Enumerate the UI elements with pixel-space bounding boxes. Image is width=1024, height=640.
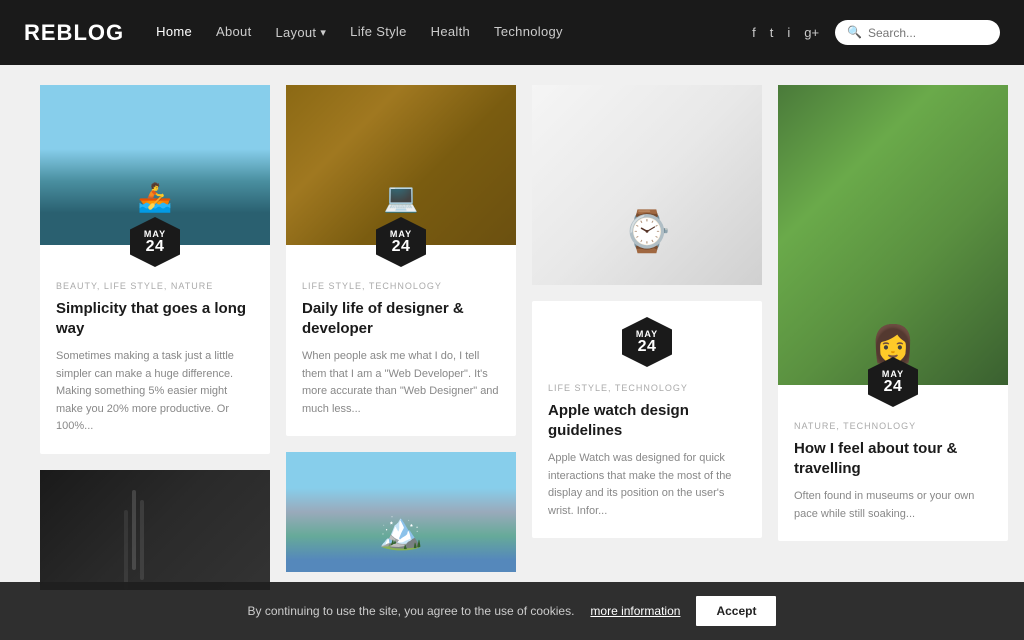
search-icon: 🔍 — [847, 25, 862, 40]
column-3: MAY 24 LIFE STYLE, TECHNOLOGY Apple watc… — [532, 85, 762, 538]
card-mountains-image — [286, 452, 516, 572]
column-1: MAY 24 BEAUTY, LIFE STYLE, NATURE Simpli… — [40, 85, 270, 590]
card-1-body: BEAUTY, LIFE STYLE, NATURE Simplicity th… — [40, 245, 270, 454]
card-4-image-wrapper: MAY 24 — [778, 85, 1008, 385]
card-3-image-wrapper: MAY 24 — [532, 317, 762, 367]
card-4-day: 24 — [884, 379, 903, 395]
card-3-excerpt: Apple Watch was designed for quick inter… — [548, 450, 746, 520]
card-smoke-image — [40, 470, 270, 590]
card-2-image-wrapper: MAY 24 — [286, 85, 516, 245]
social-links: f t i g+ — [752, 25, 819, 40]
card-2-title[interactable]: Daily life of designer & developer — [302, 299, 500, 338]
card-2-tags: LIFE STYLE, TECHNOLOGY — [302, 281, 500, 291]
cookie-banner: By continuing to use the site, you agree… — [0, 582, 1024, 640]
nav-about[interactable]: About — [216, 24, 251, 39]
card-1-title[interactable]: Simplicity that goes a long way — [56, 299, 254, 338]
card-2-day: 24 — [392, 239, 411, 255]
cookie-more-info[interactable]: more information — [590, 604, 680, 618]
social-twitter[interactable]: t — [770, 25, 774, 40]
card-1: MAY 24 BEAUTY, LIFE STYLE, NATURE Simpli… — [40, 85, 270, 454]
cookie-text: By continuing to use the site, you agree… — [248, 604, 575, 618]
logo[interactable]: REBLOG — [24, 20, 124, 46]
nav-lifestyle[interactable]: Life Style — [350, 24, 406, 39]
card-1-day: 24 — [146, 239, 165, 255]
card-3-day: 24 — [638, 339, 657, 355]
card-2: MAY 24 LIFE STYLE, TECHNOLOGY Daily life… — [286, 85, 516, 436]
social-instagram[interactable]: i — [787, 25, 790, 40]
card-4-tags: NATURE, TECHNOLOGY — [794, 421, 992, 431]
card-2-body: LIFE STYLE, TECHNOLOGY Daily life of des… — [286, 245, 516, 436]
card-3-tags: LIFE STYLE, TECHNOLOGY — [548, 383, 746, 393]
card-4: MAY 24 NATURE, TECHNOLOGY How I feel abo… — [778, 85, 1008, 541]
nav-health[interactable]: Health — [431, 24, 470, 39]
card-1-excerpt: Sometimes making a task just a little si… — [56, 348, 254, 436]
nav-layout[interactable]: Layout — [276, 25, 327, 40]
card-4-title[interactable]: How I feel about tour & travelling — [794, 439, 992, 478]
card-3-date: MAY 24 — [622, 317, 672, 367]
card-mountains — [286, 452, 516, 572]
card-4-image — [778, 85, 1008, 385]
cards-grid: MAY 24 BEAUTY, LIFE STYLE, NATURE Simpli… — [40, 85, 984, 590]
card-watch-top — [532, 85, 762, 285]
search-box[interactable]: 🔍 — [835, 20, 1000, 45]
card-3: MAY 24 LIFE STYLE, TECHNOLOGY Apple watc… — [532, 301, 762, 538]
column-4: MAY 24 NATURE, TECHNOLOGY How I feel abo… — [778, 85, 1008, 541]
nav-technology[interactable]: Technology — [494, 24, 563, 39]
card-1-image-wrapper: MAY 24 — [40, 85, 270, 245]
card-1-tags: BEAUTY, LIFE STYLE, NATURE — [56, 281, 254, 291]
card-3-body: LIFE STYLE, TECHNOLOGY Apple watch desig… — [532, 375, 762, 538]
cookie-accept-button[interactable]: Accept — [696, 596, 776, 626]
nav-home[interactable]: Home — [156, 24, 192, 39]
main-content: MAY 24 BEAUTY, LIFE STYLE, NATURE Simpli… — [0, 65, 1024, 610]
social-gplus[interactable]: g+ — [804, 25, 819, 40]
card-smoke — [40, 470, 270, 590]
nav-links: Home About Layout Life Style Health Tech… — [156, 24, 752, 41]
search-input[interactable] — [868, 26, 988, 40]
navigation: REBLOG Home About Layout Life Style Heal… — [0, 0, 1024, 65]
column-2: MAY 24 LIFE STYLE, TECHNOLOGY Daily life… — [286, 85, 516, 572]
card-3-title[interactable]: Apple watch design guidelines — [548, 401, 746, 440]
card-4-body: NATURE, TECHNOLOGY How I feel about tour… — [778, 385, 1008, 541]
card-2-excerpt: When people ask me what I do, I tell the… — [302, 348, 500, 418]
card-watch-image-top — [532, 85, 762, 285]
social-facebook[interactable]: f — [752, 25, 756, 40]
card-4-excerpt: Often found in museums or your own pace … — [794, 488, 992, 523]
